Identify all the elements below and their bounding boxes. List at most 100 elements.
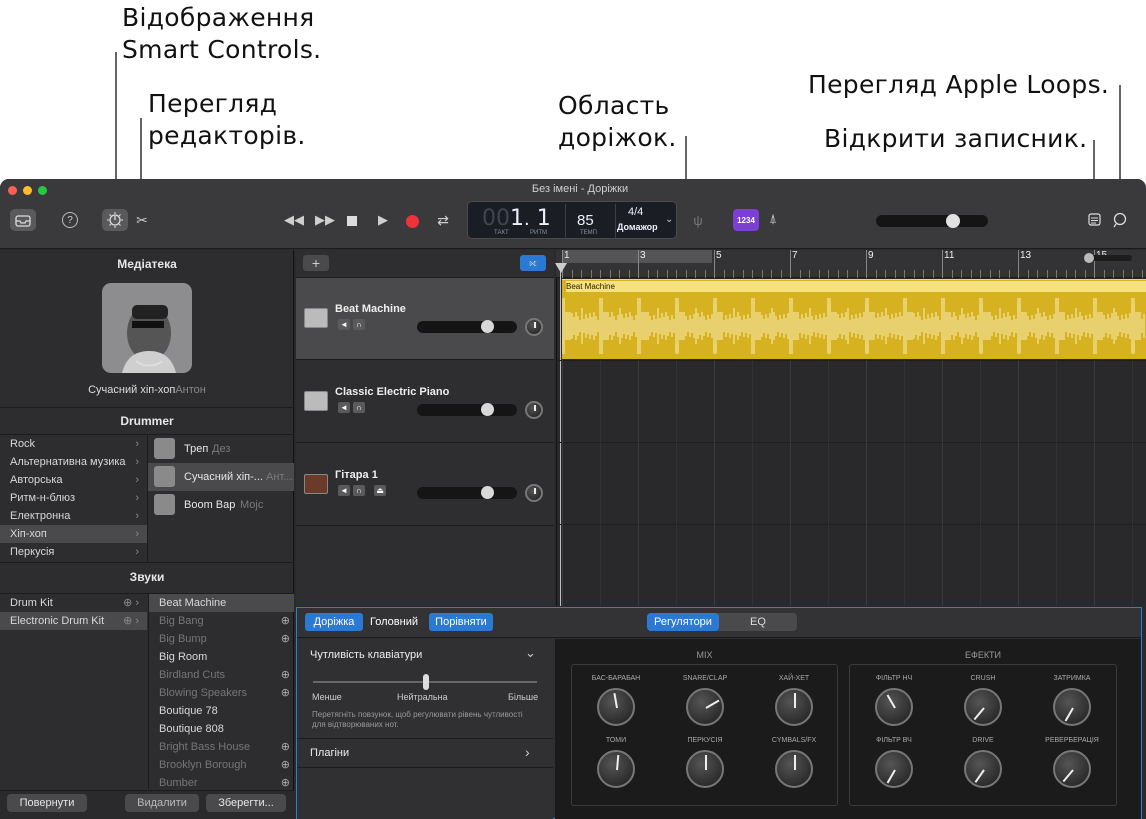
chevron-down-icon[interactable]: ⌄ — [525, 645, 536, 661]
sound-item[interactable]: Blowing Speakers ⊕ — [149, 684, 294, 702]
download-icon[interactable]: ⊕ — [281, 630, 290, 648]
lcd-display[interactable]: 001. 1 ТАКТ РИТМ 85 ТЕМП 4/4 Домажор ⌄ — [467, 201, 677, 239]
velocity-knob[interactable] — [423, 674, 429, 690]
sound-category-item[interactable]: Electronic Drum Kit ⊕ › — [0, 612, 147, 630]
help-button[interactable]: ? — [62, 212, 78, 228]
track-name[interactable]: Beat Machine — [335, 303, 406, 315]
headphones-icon[interactable]: ∩ — [353, 319, 365, 330]
download-icon[interactable]: ⊕ — [281, 774, 290, 789]
track-volume-slider[interactable] — [417, 320, 517, 333]
genre-item[interactable]: Перкусія › — [0, 543, 147, 561]
lcd-menu-chevron-icon[interactable]: ⌄ — [665, 214, 673, 225]
plugins-row[interactable]: Плагіни › — [297, 739, 553, 767]
rewind-button[interactable]: ◀◀ — [284, 212, 304, 227]
zoom-window-button[interactable] — [38, 186, 47, 195]
mute-icon[interactable]: ◄ — [338, 319, 350, 330]
lcd-signature[interactable]: 4/4 — [628, 206, 643, 218]
metronome-button[interactable]: ⍋ — [765, 211, 781, 227]
delete-button[interactable]: Видалити — [125, 794, 199, 812]
control-knob[interactable] — [597, 750, 635, 788]
pan-knob[interactable] — [525, 484, 543, 502]
play-button[interactable]: ▶ — [376, 212, 390, 228]
sound-item[interactable]: Bright Bass House ⊕ — [149, 738, 294, 756]
master-volume-knob[interactable] — [946, 214, 960, 228]
smart-controls-button[interactable] — [102, 209, 128, 231]
mute-icon[interactable]: ◄ — [338, 485, 350, 496]
track-volume-knob[interactable] — [481, 403, 494, 416]
save-button[interactable]: Зберегти... — [206, 794, 286, 812]
download-icon[interactable]: ⊕ — [281, 684, 290, 702]
sound-item[interactable]: Boutique 78 — [149, 702, 294, 720]
download-icon[interactable]: ⊕ — [281, 738, 290, 756]
track-header[interactable]: Beat Machine ◄ ∩ — [296, 278, 554, 360]
tab-master[interactable]: Головний — [365, 613, 423, 631]
track-volume-knob[interactable] — [481, 486, 494, 499]
playhead-handle[interactable] — [555, 263, 567, 273]
headphones-icon[interactable]: ∩ — [353, 485, 365, 496]
pan-knob[interactable] — [525, 401, 543, 419]
record-button[interactable] — [405, 214, 419, 228]
sound-item[interactable]: Boutique 808 — [149, 720, 294, 738]
sound-item[interactable]: Big Bang ⊕ — [149, 612, 294, 630]
sound-item[interactable]: Birdland Cuts ⊕ — [149, 666, 294, 684]
master-volume-slider[interactable] — [876, 214, 988, 228]
tab-eq[interactable]: EQ — [721, 613, 795, 631]
stop-button[interactable] — [345, 214, 359, 228]
genre-item[interactable]: Хіп-хоп › — [0, 525, 147, 543]
library-button[interactable] — [10, 209, 36, 231]
add-track-button[interactable]: + — [303, 255, 329, 271]
track-name[interactable]: Classic Electric Piano — [335, 386, 449, 398]
genre-item[interactable]: Альтернативна музика › — [0, 453, 147, 471]
genre-item[interactable]: Ритм-н-блюз › — [0, 489, 147, 507]
sound-item[interactable]: Brooklyn Borough ⊕ — [149, 756, 294, 774]
cycle-button[interactable]: ⇄ — [434, 212, 452, 228]
download-icon[interactable]: ⊕ — [281, 612, 290, 630]
count-in-button[interactable]: 1234 — [733, 209, 759, 231]
track-volume-slider[interactable] — [417, 403, 517, 416]
sound-item[interactable]: Beat Machine — [149, 594, 294, 612]
sound-category-item[interactable]: Drum Kit ⊕ › — [0, 594, 147, 612]
drummer-item[interactable]: Сучасний хіп-... Ант... — [148, 463, 294, 491]
minimize-window-button[interactable] — [23, 186, 32, 195]
tab-controls[interactable]: Регулятори — [647, 613, 719, 631]
track-header[interactable]: Classic Electric Piano ◄ ∩ — [296, 361, 554, 443]
control-knob[interactable] — [964, 750, 1002, 788]
genre-item[interactable]: Rock › — [0, 435, 147, 453]
velocity-slider[interactable] — [313, 674, 537, 690]
lcd-tempo[interactable]: 85 — [577, 212, 594, 229]
tuner-button[interactable]: ψ — [690, 212, 706, 228]
track-header[interactable]: Гітара 1 ◄ ∩ ⏏ — [296, 444, 554, 526]
notepad-button[interactable] — [1086, 211, 1102, 227]
tab-track[interactable]: Доріжка — [305, 613, 363, 631]
track-name[interactable]: Гітара 1 — [335, 469, 378, 481]
tab-compare[interactable]: Порівняти — [429, 613, 493, 631]
sound-item[interactable]: Big Bump ⊕ — [149, 630, 294, 648]
velocity-title[interactable]: Чутливість клавіатури — [310, 649, 422, 661]
control-knob[interactable] — [686, 750, 724, 788]
drummer-item[interactable]: Boom Bap Мојс — [148, 491, 294, 519]
genre-item[interactable]: Авторська › — [0, 471, 147, 489]
track-volume-knob[interactable] — [481, 320, 494, 333]
loop-browser-button[interactable] — [1111, 211, 1129, 229]
control-knob[interactable] — [875, 750, 913, 788]
playhead[interactable] — [560, 264, 561, 606]
audio-region[interactable]: Beat Machine — [562, 279, 1146, 359]
control-knob[interactable] — [597, 688, 635, 726]
zoom-slider[interactable] — [1084, 253, 1132, 263]
sound-item[interactable]: Big Room — [149, 648, 294, 666]
control-knob[interactable] — [775, 688, 813, 726]
control-knob[interactable] — [964, 688, 1002, 726]
download-icon[interactable]: ⊕ — [281, 666, 290, 684]
mute-icon[interactable]: ◄ — [338, 402, 350, 413]
record-enable-icon[interactable]: ⏏ — [374, 485, 386, 496]
control-knob[interactable] — [875, 688, 913, 726]
sound-item[interactable]: Bumber ⊕ — [149, 774, 294, 789]
control-knob[interactable] — [1053, 750, 1091, 788]
lcd-key[interactable]: Домажор — [617, 222, 658, 232]
genre-item[interactable]: Електронна › — [0, 507, 147, 525]
drummer-item[interactable]: Треп Дез — [148, 435, 294, 463]
editors-button[interactable]: ✂ — [134, 211, 150, 229]
control-knob[interactable] — [686, 688, 724, 726]
smart-tempo-button[interactable]: ⟖ — [520, 255, 546, 271]
headphones-icon[interactable]: ∩ — [353, 402, 365, 413]
